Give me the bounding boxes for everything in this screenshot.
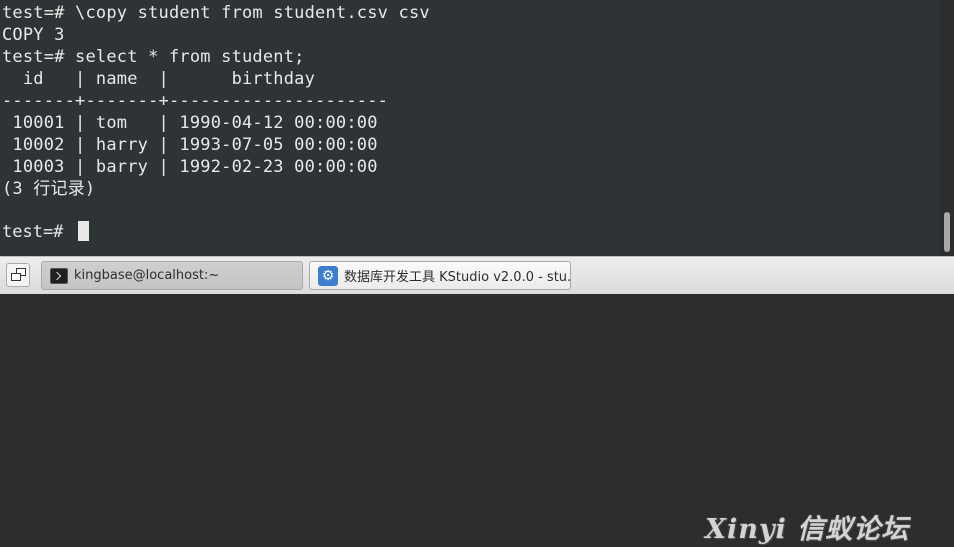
taskbar: kingbase@localhost:~ ⚙ 数据库开发工具 KStudio v… xyxy=(0,256,954,545)
terminal-line: test=# select * from student; xyxy=(2,47,305,67)
terminal-output: test=# \copy student from student.csv cs… xyxy=(2,2,940,222)
terminal-line: 10001 | tom | 1990-04-12 00:00:00 xyxy=(2,113,378,133)
terminal-line: -------+-------+--------------------- xyxy=(2,91,389,111)
watermark-logo: Xinyi 信蚁论坛 xyxy=(705,514,910,545)
terminal-window[interactable]: test=# \copy student from student.csv cs… xyxy=(0,0,954,256)
terminal-cursor xyxy=(77,221,89,241)
terminal-prompt: test=# xyxy=(2,222,74,242)
taskbar-item-kstudio[interactable]: ⚙ 数据库开发工具 KStudio v2.0.0 - stu... xyxy=(309,261,571,290)
terminal-line: 10003 | barry | 1992-02-23 00:00:00 xyxy=(2,157,378,177)
window-shape xyxy=(11,273,21,281)
taskbar-item-terminal[interactable]: kingbase@localhost:~ xyxy=(41,261,303,290)
taskbar-item-label: kingbase@localhost:~ xyxy=(74,268,220,283)
terminal-line: test=# \copy student from student.csv cs… xyxy=(2,3,430,23)
terminal-line: COPY 3 xyxy=(2,25,65,45)
terminal-scrollbar[interactable] xyxy=(940,0,954,256)
taskbar-item-label: 数据库开发工具 KStudio v2.0.0 - stu... xyxy=(344,270,571,285)
terminal-line: (3 行记录) xyxy=(2,179,96,199)
terminal-line: id | name | birthday xyxy=(2,69,316,89)
terminal-icon xyxy=(50,267,68,284)
show-desktop-icon[interactable] xyxy=(6,263,30,287)
terminal-line: 10002 | harry | 1993-07-05 00:00:00 xyxy=(2,135,378,155)
terminal-prompt-line[interactable]: test=# xyxy=(2,221,89,243)
kstudio-icon: ⚙ xyxy=(318,265,338,286)
scrollbar-thumb[interactable] xyxy=(944,212,950,252)
